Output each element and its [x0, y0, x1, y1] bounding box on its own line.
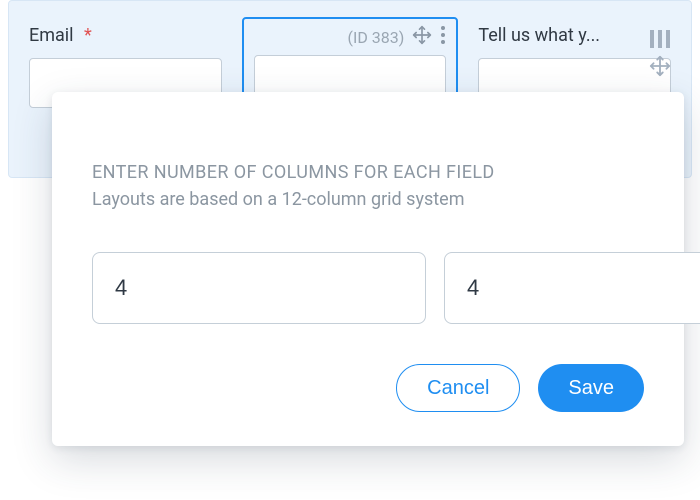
field-label: Email *	[29, 25, 222, 46]
required-indicator: *	[84, 25, 92, 46]
columns-icon[interactable]	[649, 29, 671, 49]
move-icon[interactable]	[412, 25, 432, 49]
popover-title: ENTER NUMBER OF COLUMNS FOR EACH FIELD	[92, 162, 644, 183]
more-options-icon[interactable]	[440, 25, 446, 49]
popover-subtitle: Layouts are based on a 12-column grid sy…	[92, 189, 644, 210]
label-text: Tell us what y...	[478, 25, 600, 46]
move-icon[interactable]	[649, 55, 671, 77]
column-width-input-1[interactable]	[92, 252, 426, 324]
column-inputs-row	[92, 252, 644, 324]
label-text: Email	[29, 25, 74, 46]
cancel-button[interactable]: Cancel	[396, 364, 520, 412]
field-id-text: (ID 383)	[348, 28, 405, 47]
popover-actions: Cancel Save	[92, 364, 644, 412]
field-label: Tell us what y...	[478, 25, 671, 46]
columns-popover: ENTER NUMBER OF COLUMNS FOR EACH FIELD L…	[52, 92, 684, 446]
column-width-input-2[interactable]	[444, 252, 700, 324]
save-button[interactable]: Save	[538, 364, 644, 412]
selected-field-header: (ID 383)	[254, 25, 447, 49]
row-controls	[649, 29, 671, 77]
